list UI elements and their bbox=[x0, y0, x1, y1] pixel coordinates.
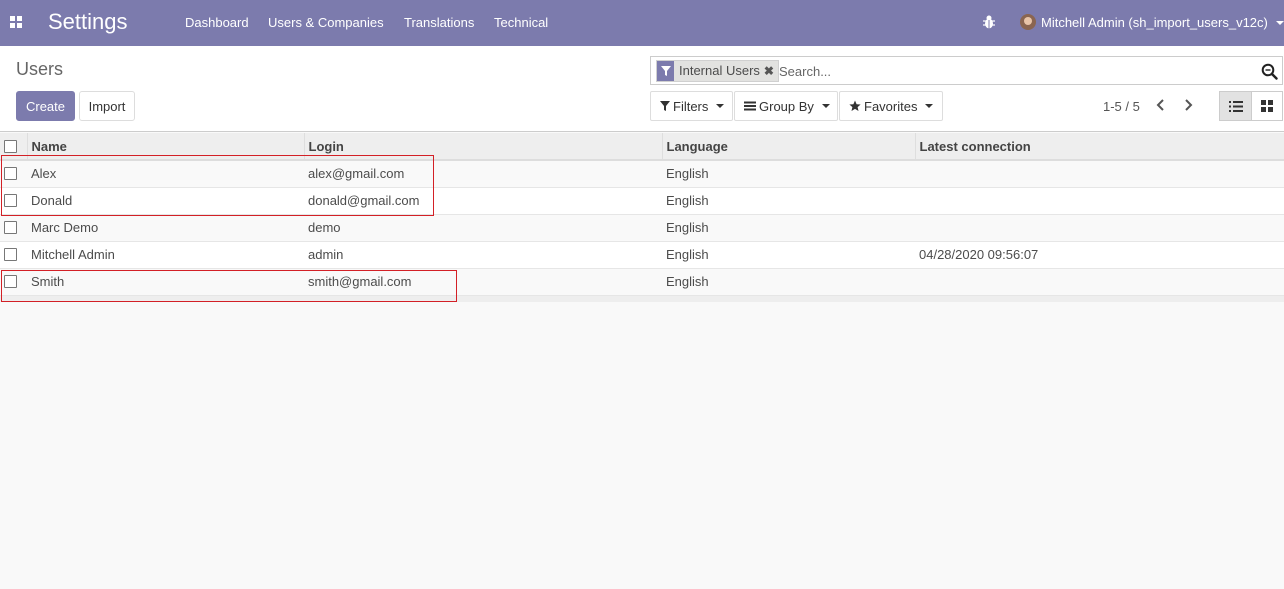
cell-name: Donald bbox=[27, 187, 304, 215]
pager-value[interactable]: 1-5 / 5 bbox=[1103, 99, 1140, 114]
chevron-left-icon[interactable] bbox=[1155, 98, 1167, 112]
table-row[interactable]: Mitchell Admin admin English 04/28/2020 … bbox=[0, 241, 1284, 269]
table-row[interactable]: Alex alex@gmail.com English bbox=[0, 160, 1284, 188]
select-all-cell bbox=[0, 133, 27, 161]
table-row[interactable]: Marc Demo demo English bbox=[0, 214, 1284, 242]
row-checkbox[interactable] bbox=[4, 194, 17, 207]
row-select-cell bbox=[0, 214, 27, 242]
column-header-language[interactable]: Language bbox=[661, 133, 915, 161]
row-select-cell bbox=[0, 241, 27, 269]
favorites-button[interactable]: Favorites bbox=[839, 91, 943, 121]
caret-down-icon bbox=[716, 104, 725, 108]
breadcrumb: Users bbox=[16, 59, 64, 79]
search-facet: Internal Users ✖ bbox=[656, 60, 779, 82]
table-row[interactable]: Donald donald@gmail.com English bbox=[0, 187, 1284, 215]
row-checkbox[interactable] bbox=[4, 167, 17, 181]
cell-language: English bbox=[662, 241, 915, 269]
control-panel: Users Create Import Internal Users ✖ Fil… bbox=[0, 46, 1284, 132]
facet-label: Internal Users bbox=[679, 63, 760, 78]
row-select-cell bbox=[0, 160, 27, 188]
import-button[interactable]: Import bbox=[79, 91, 135, 121]
table-row[interactable]: Smith smith@gmail.com English bbox=[0, 268, 1284, 296]
cell-latest-connection bbox=[915, 187, 1284, 215]
facet-remove-icon[interactable]: ✖ bbox=[764, 61, 778, 81]
menu-translations[interactable]: Translations bbox=[404, 15, 474, 30]
search-box: Internal Users ✖ bbox=[650, 56, 1283, 85]
column-header-latest-connection[interactable]: Latest connection bbox=[914, 133, 1284, 161]
row-select-cell bbox=[0, 268, 27, 296]
favorites-label: Favorites bbox=[864, 98, 918, 114]
list-view-button[interactable] bbox=[1219, 91, 1252, 121]
cell-latest-connection bbox=[915, 214, 1284, 242]
cell-login: smith@gmail.com bbox=[304, 268, 662, 296]
cell-login: donald@gmail.com bbox=[304, 187, 662, 215]
cell-latest-connection: 04/28/2020 09:56:07 bbox=[915, 241, 1284, 269]
cell-language: English bbox=[662, 268, 915, 296]
star-icon bbox=[849, 100, 861, 111]
row-checkbox[interactable] bbox=[4, 221, 17, 234]
menu-users-companies[interactable]: Users & Companies bbox=[268, 15, 384, 30]
table-footer bbox=[0, 295, 1284, 302]
kanban-view-icon bbox=[1261, 100, 1273, 112]
search-icon[interactable] bbox=[1261, 63, 1278, 80]
kanban-view-button[interactable] bbox=[1251, 91, 1283, 121]
column-header-name[interactable]: Name bbox=[26, 133, 304, 161]
bug-icon[interactable] bbox=[982, 14, 996, 30]
cell-name: Mitchell Admin bbox=[27, 241, 304, 269]
caret-down-icon bbox=[821, 104, 830, 108]
list-view-icon bbox=[1228, 100, 1243, 112]
cell-latest-connection bbox=[915, 268, 1284, 296]
cell-name: Alex bbox=[27, 160, 304, 188]
column-header-login[interactable]: Login bbox=[303, 133, 662, 161]
table-footer-cell bbox=[0, 295, 1284, 302]
select-all-checkbox[interactable] bbox=[4, 139, 17, 153]
menu-technical[interactable]: Technical bbox=[494, 15, 548, 30]
group-by-label: Group By bbox=[759, 98, 814, 114]
table-header-row: Name Login Language Latest connection bbox=[0, 133, 1284, 161]
cell-login: alex@gmail.com bbox=[304, 160, 662, 188]
cell-language: English bbox=[662, 214, 915, 242]
app-title: Settings bbox=[48, 9, 128, 34]
cell-language: English bbox=[662, 187, 915, 215]
filter-icon bbox=[660, 101, 670, 111]
user-menu[interactable]: Mitchell Admin (sh_import_users_v12c) bbox=[1041, 15, 1268, 30]
user-caret-icon[interactable] bbox=[1276, 21, 1284, 25]
row-checkbox[interactable] bbox=[4, 275, 17, 288]
row-checkbox[interactable] bbox=[4, 248, 17, 261]
filters-label: Filters bbox=[673, 98, 709, 114]
menu-lines-icon bbox=[744, 101, 756, 111]
caret-down-icon bbox=[925, 104, 934, 108]
cell-name: Smith bbox=[27, 268, 304, 296]
filters-button[interactable]: Filters bbox=[650, 91, 733, 121]
apps-icon[interactable] bbox=[10, 16, 22, 28]
users-table: Name Login Language Latest connection Al… bbox=[0, 133, 1284, 302]
avatar[interactable] bbox=[1020, 14, 1036, 30]
cell-name: Marc Demo bbox=[27, 214, 304, 242]
group-by-button[interactable]: Group By bbox=[734, 91, 838, 121]
menu-dashboard[interactable]: Dashboard bbox=[185, 15, 249, 30]
create-button[interactable]: Create bbox=[16, 91, 75, 121]
chevron-right-icon[interactable] bbox=[1182, 98, 1194, 112]
cell-latest-connection bbox=[915, 160, 1284, 188]
row-select-cell bbox=[0, 187, 27, 215]
cell-language: English bbox=[662, 160, 915, 188]
search-input[interactable] bbox=[779, 61, 1249, 81]
filter-icon bbox=[657, 61, 674, 81]
top-navbar: Settings Dashboard Users & Companies Tra… bbox=[0, 0, 1284, 46]
cell-login: demo bbox=[304, 214, 662, 242]
cell-login: admin bbox=[304, 241, 662, 269]
